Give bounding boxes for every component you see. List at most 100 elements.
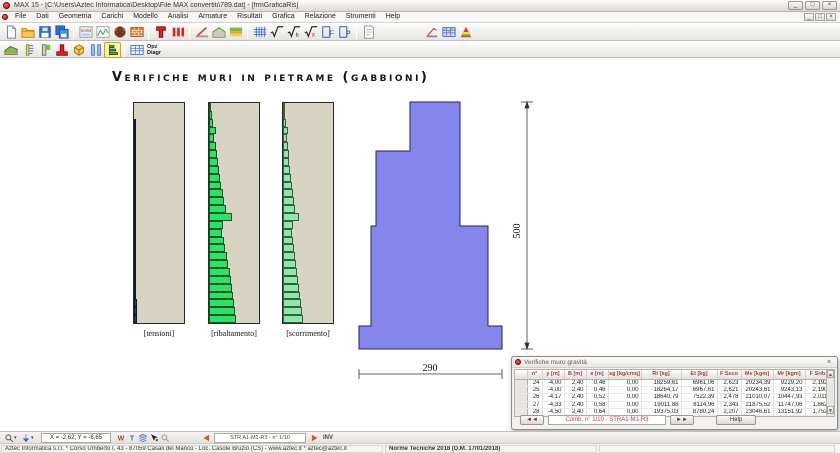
minimize-icon[interactable]: _ xyxy=(788,1,803,10)
menu-dati[interactable]: Dati xyxy=(31,12,53,22)
menu-help[interactable]: Help xyxy=(381,12,405,22)
ribaltamento-bar xyxy=(209,134,214,142)
grid-stars-button[interactable] xyxy=(440,24,457,40)
zoom-tool-icon[interactable] xyxy=(3,432,14,443)
t-foundation-icon xyxy=(154,25,168,39)
table-cell: 0,00 xyxy=(608,379,641,386)
menu-geometria[interactable]: Geometria xyxy=(54,12,97,22)
brick-wall-button[interactable] xyxy=(128,24,145,40)
menu-relazione[interactable]: Relazione xyxy=(300,12,341,22)
table-row[interactable]: 25-4,002,400,460,0018264,176967,612,6212… xyxy=(515,386,830,393)
report-button[interactable] xyxy=(360,24,377,40)
menu-modello[interactable]: Modello xyxy=(128,12,163,22)
menu-armature[interactable]: Armature xyxy=(193,12,232,22)
mesh-button[interactable] xyxy=(251,24,268,40)
dialog-close-icon[interactable]: × xyxy=(824,359,834,366)
pile-hammer-button[interactable] xyxy=(423,24,440,40)
mdi-minimize-icon[interactable]: _ xyxy=(804,13,814,21)
combination-selector[interactable]: STR A1-M1-R3 - n° 1/10 xyxy=(214,433,306,443)
options-table-button[interactable] xyxy=(128,42,145,58)
row-selector[interactable] xyxy=(515,386,527,393)
cone-button[interactable] xyxy=(457,24,474,40)
results-table[interactable]: n°y [m]B [m]e [m]sg [kg/cmq]Rt [kg]Et [k… xyxy=(515,370,831,416)
mdi-close-icon[interactable]: × xyxy=(826,13,836,21)
sqrt-a-button[interactable] xyxy=(268,24,285,40)
zoom-small-icon[interactable] xyxy=(159,432,170,443)
column-header[interactable]: Ms [kgm] xyxy=(741,370,773,379)
sqrt-b-button[interactable]: b xyxy=(285,24,302,40)
column-header[interactable]: sg [kg/cmq] xyxy=(608,370,641,379)
menu-analisi[interactable]: Analisi xyxy=(163,12,194,22)
pointer-tool-icon[interactable] xyxy=(148,432,159,443)
table-scrollbar[interactable]: ▲ ▼ xyxy=(826,369,835,417)
layers-tool-icon[interactable] xyxy=(137,432,148,443)
column-header[interactable]: y [m] xyxy=(542,370,564,379)
foundation-red-button[interactable] xyxy=(53,42,70,58)
terrain-button[interactable] xyxy=(2,42,19,58)
spw-graph-icon xyxy=(96,25,110,39)
column-header[interactable]: Rt [kg] xyxy=(641,370,681,379)
frame-p-button[interactable]: P xyxy=(336,24,353,40)
stone-cluster-button[interactable] xyxy=(111,24,128,40)
table-row[interactable]: 26-4,172,400,520,0018640,797522,392,4782… xyxy=(515,394,830,401)
open-folder-button[interactable] xyxy=(19,24,36,40)
menu-grafica[interactable]: Grafica xyxy=(267,12,300,22)
frame-f-button[interactable]: F xyxy=(319,24,336,40)
table-cell: 24 xyxy=(527,379,542,386)
ribaltamento-bar xyxy=(209,268,230,276)
pile-button[interactable] xyxy=(193,24,210,40)
pan-tool-icon[interactable] xyxy=(20,432,31,443)
spw-graph-button[interactable] xyxy=(94,24,111,40)
table-row[interactable]: 24-4,002,400,460,0018259,616961,062,6232… xyxy=(515,379,830,386)
gabion-wall-button[interactable] xyxy=(36,42,53,58)
scroll-down-icon[interactable]: ▼ xyxy=(827,406,834,414)
row-selector[interactable] xyxy=(515,401,527,408)
scroll-up-icon[interactable]: ▲ xyxy=(827,370,834,378)
soil-layers-button[interactable] xyxy=(227,24,244,40)
column-header[interactable]: F Ssco xyxy=(717,370,741,379)
retaining-wall-button[interactable] xyxy=(19,42,36,58)
diagrams-icon xyxy=(106,43,120,57)
prev-combination-button[interactable]: ◄◄ xyxy=(520,415,544,425)
scorrimento-bar xyxy=(283,292,300,300)
menu-file[interactable]: File xyxy=(10,12,31,22)
menu-strumenti[interactable]: Strumenti xyxy=(341,12,381,22)
row-selector[interactable] xyxy=(515,379,527,386)
save-button[interactable] xyxy=(36,24,53,40)
diagrams-button[interactable] xyxy=(104,42,121,58)
t-foundation-button[interactable] xyxy=(152,24,169,40)
pan-caret-icon[interactable]: ▾ xyxy=(31,435,37,441)
next-combination-button[interactable]: ►► xyxy=(670,415,694,425)
text-tool-icon[interactable]: T xyxy=(126,432,137,443)
next-combination-arrow-icon[interactable] xyxy=(309,432,320,443)
column-header[interactable]: n° xyxy=(527,370,542,379)
wall-pair-button[interactable] xyxy=(87,42,104,58)
box-3d-button[interactable] xyxy=(70,42,87,58)
column-header[interactable]: B [m] xyxy=(564,370,586,379)
scroll-track[interactable] xyxy=(827,378,834,406)
column-header[interactable]: Et [kg] xyxy=(681,370,717,379)
column-header[interactable]: e [m] xyxy=(586,370,608,379)
menu-carichi[interactable]: Carichi xyxy=(96,12,128,22)
new-document-button[interactable] xyxy=(2,24,19,40)
norm-button[interactable]: NORM xyxy=(77,24,94,40)
help-button[interactable]: Help xyxy=(716,415,756,425)
scorrimento-bar xyxy=(283,284,299,292)
save-all-button[interactable] xyxy=(53,24,70,40)
menu-risultati[interactable]: Risultati xyxy=(232,12,267,22)
sqrt-x-button[interactable]: x xyxy=(302,24,319,40)
columns-button[interactable] xyxy=(169,24,186,40)
table-cell: 0,46 xyxy=(586,386,608,393)
dialog-title-bar[interactable]: Verifiche muro gravità × xyxy=(512,357,837,368)
maximize-icon[interactable]: □ xyxy=(805,1,820,10)
row-selector[interactable] xyxy=(515,394,527,401)
column-header[interactable]: Mr [kgm] xyxy=(773,370,805,379)
ribaltamento-bar xyxy=(209,292,233,300)
close-icon[interactable]: × xyxy=(822,1,837,10)
prev-combination-arrow-icon[interactable] xyxy=(200,432,211,443)
mdi-restore-icon[interactable]: □ xyxy=(815,13,825,21)
wall-section-shape xyxy=(359,102,502,349)
slope-button[interactable] xyxy=(210,24,227,40)
w-export-icon[interactable]: W xyxy=(115,432,126,443)
table-row[interactable]: 27-4,332,400,580,0019011,888114,962,3432… xyxy=(515,401,830,408)
